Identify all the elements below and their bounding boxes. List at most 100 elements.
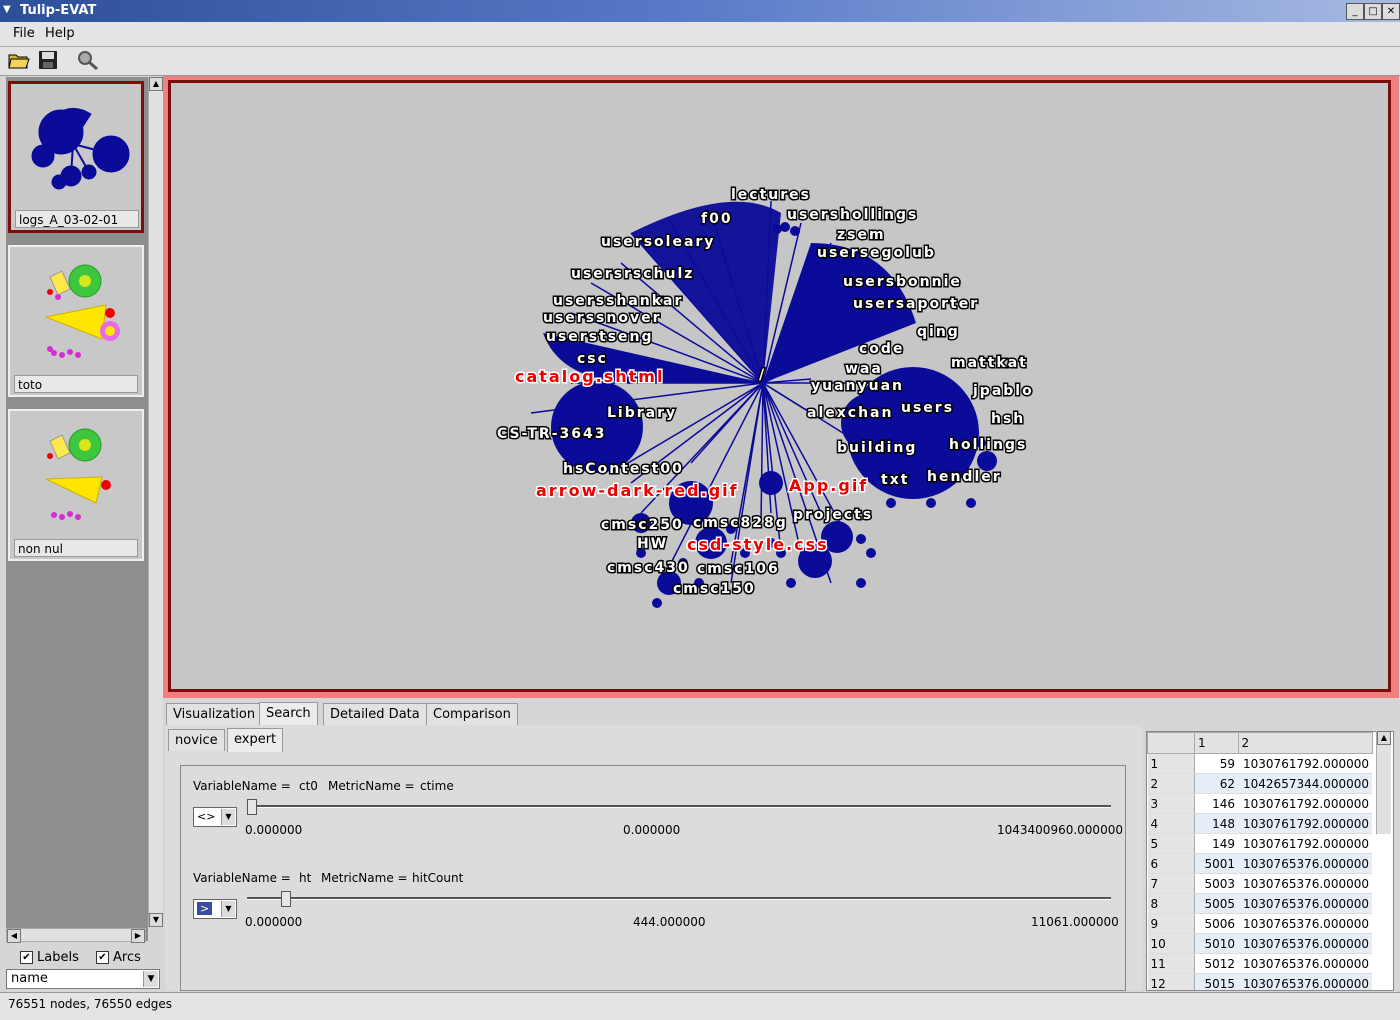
graph-node-label[interactable]: cmsc430 [606,559,690,578]
graph-node-label[interactable]: userstseng [545,328,654,347]
table-row[interactable]: 7 5003 1030765376.000000 [1147,873,1372,894]
save-icon[interactable] [36,50,60,72]
table-row[interactable]: 4 148 1030761792.000000 [1147,813,1372,834]
graph-node-label[interactable]: f00 [700,210,733,229]
table-vertical-scrollbar[interactable]: ▲ [1376,731,1391,834]
subtab-novice[interactable]: novice [168,729,225,751]
graph-node-label[interactable]: catalog.shtml [514,366,664,388]
ctime-slider-track[interactable] [247,805,1111,808]
minimize-button[interactable]: _ [1346,3,1364,20]
graph-canvas[interactable]: lectures f00 usershollings zsem usersoleary u… [168,80,1391,692]
graph-node-label[interactable]: / [758,366,766,385]
graph-node-label[interactable]: hsContest00 [562,460,684,479]
graph-node-label[interactable]: lectures [730,186,811,205]
graph-node-label[interactable]: qing [916,323,960,342]
window-menu-icon[interactable]: ▼ [3,4,15,16]
tab-search[interactable]: Search [259,702,318,726]
graph-node-cluster[interactable] [977,451,997,471]
magnifier-icon[interactable] [76,50,100,72]
table-row[interactable]: 11 5012 1030765376.000000 [1147,953,1372,974]
graph-node-label[interactable]: alexchan [806,404,893,423]
menu-help[interactable]: Help [45,26,75,41]
graph-leaf-node[interactable] [956,458,966,468]
graph-leaf-node[interactable] [786,578,796,588]
graph-node-label[interactable]: usersbonnie [842,273,962,292]
column-header[interactable]: 1 [1194,732,1239,754]
graph-node-label[interactable]: csd-style.css [686,534,829,556]
edge-fan[interactable] [763,243,916,383]
labels-checkbox[interactable]: ✔ Labels [20,950,79,965]
tab-comparison[interactable]: Comparison [426,703,518,725]
graph-node-label[interactable]: cmsc828g [692,514,788,533]
graph-node-label[interactable]: hendler [926,468,1002,487]
graph-node-label[interactable]: CS-TR-3643 [496,425,606,444]
graph-leaf-node[interactable] [790,226,800,236]
graph-node-label[interactable]: projects [792,506,873,525]
graph-node-label[interactable]: Library [606,404,677,423]
ctime-slider-handle[interactable] [247,799,257,815]
graph-node-label[interactable]: HW [636,535,668,554]
close-button[interactable]: ✕ [1382,3,1400,20]
graph-node-label[interactable]: waa [844,360,883,379]
view-thumbnail-2[interactable]: toto [8,245,144,397]
graph-node-label[interactable]: App.gif [788,475,868,497]
table-row[interactable]: 1 59 1030761792.000000 [1147,753,1372,774]
graph-node-label[interactable]: csc [576,350,608,369]
graph-node-label[interactable]: cmsc250 [600,516,684,535]
subtab-expert[interactable]: expert [227,728,284,752]
scroll-left-icon[interactable]: ◀ [7,929,21,943]
graph-node-label[interactable]: arrow-dark-red.gif [535,480,739,502]
scroll-down-icon[interactable]: ▼ [149,913,163,927]
maximize-button[interactable]: □ [1364,3,1382,20]
graph-node-label[interactable]: usershollings [786,206,918,225]
view-thumbnail-1[interactable]: logs_A_03-02-01 [8,81,144,233]
hitcount-slider-handle[interactable] [281,891,292,907]
graph-node-label[interactable]: usersrschulz [570,265,694,284]
tab-visualization[interactable]: Visualization [166,703,263,725]
table-row[interactable]: 12 5015 1030765376.000000 [1147,973,1372,990]
views-horizontal-scrollbar[interactable]: ◀ ▶ [6,928,146,943]
label-property-select[interactable]: name ▼ [6,969,160,989]
graph-edge[interactable] [760,382,764,524]
graph-leaf-node[interactable] [866,548,876,558]
graph-leaf-node[interactable] [856,534,866,544]
scroll-up-icon[interactable]: ▲ [149,77,163,91]
table-row[interactable]: 8 5005 1030765376.000000 [1147,893,1372,914]
graph-node-label[interactable]: mattkat [950,354,1028,373]
graph-node-label[interactable]: hollings [948,436,1027,455]
operator-select-2[interactable]: > ▼ [193,899,237,919]
graph-leaf-node[interactable] [856,578,866,588]
graph-node-label[interactable]: users [900,399,954,418]
graph-node-label[interactable]: zsem [836,226,886,245]
graph-leaf-node[interactable] [926,498,936,508]
table-row[interactable]: 3 146 1030761792.000000 [1147,793,1372,814]
scroll-up-icon[interactable]: ▲ [1377,731,1391,745]
graph-node-label[interactable]: jpablo [971,382,1034,401]
table-row[interactable]: 2 62 1042657344.000000 [1147,773,1372,794]
menu-file[interactable]: File [13,26,35,41]
hitcount-slider-track[interactable] [247,897,1111,900]
graph-leaf-node[interactable] [966,498,976,508]
graph-node-label[interactable]: hsh [990,410,1025,429]
view-thumbnail-3[interactable]: non nul [8,409,144,561]
views-vertical-scrollbar[interactable]: ▲ ▼ [148,77,163,927]
graph-node-label[interactable]: building [836,439,917,458]
graph-node-label[interactable]: usersegolub [816,244,936,263]
graph-leaf-node[interactable] [652,598,662,608]
graph-leaf-node[interactable] [772,224,782,234]
graph-node-label[interactable]: cmsc150 [672,580,756,599]
folder-open-icon[interactable] [7,50,31,72]
column-header[interactable]: 2 [1237,732,1373,754]
tree-graph[interactable]: lecturesf00 usershollingszsemusersolearyu… [171,83,1388,689]
table-row[interactable]: 9 5006 1030765376.000000 [1147,913,1372,934]
operator-select-1[interactable]: <> ▼ [193,807,237,827]
arcs-checkbox[interactable]: ✔ Arcs [96,950,141,965]
graph-leaf-node[interactable] [886,498,896,508]
tab-detailed-data[interactable]: Detailed Data [323,703,427,725]
graph-node-label[interactable]: yuanyuan [810,377,904,396]
table-row[interactable]: 6 5001 1030765376.000000 [1147,853,1372,874]
graph-node-label[interactable]: usersaporter [852,295,979,314]
scroll-right-icon[interactable]: ▶ [131,929,145,943]
table-row[interactable]: 10 5010 1030765376.000000 [1147,933,1372,954]
graph-node-label[interactable]: usersshankar [552,292,683,311]
